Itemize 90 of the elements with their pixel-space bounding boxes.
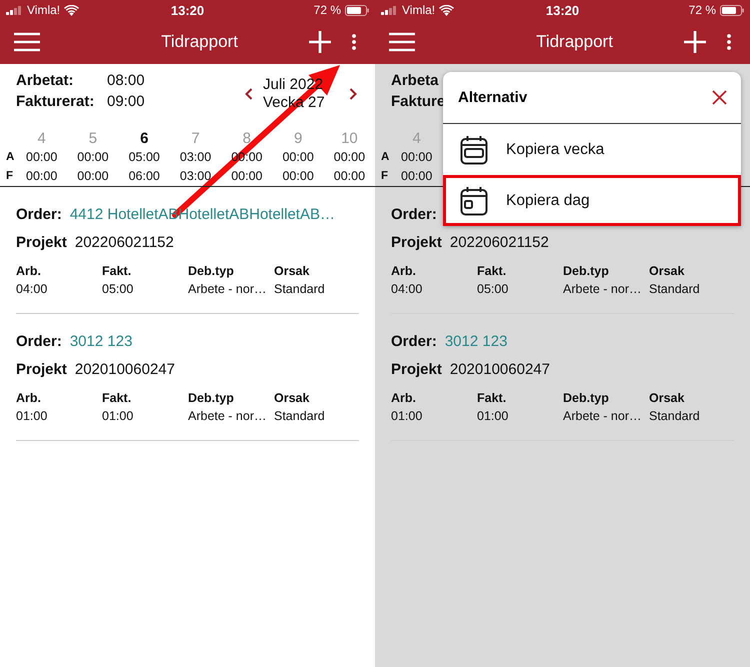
order-label: Order: (16, 206, 62, 223)
dialog-title: Alternativ (458, 89, 528, 106)
column-heading: Fakt. (102, 263, 132, 280)
column-heading: Fakt. (477, 263, 508, 280)
day-number[interactable]: 4 (391, 130, 442, 150)
day-hours: 00:00 (400, 168, 434, 185)
project-label: Projekt (16, 361, 67, 378)
row-label: A (380, 150, 390, 166)
column-value: 04:00 (16, 281, 48, 298)
project-label: Projekt (16, 234, 67, 251)
day-hours: 03:00 (178, 149, 212, 166)
day-number[interactable]: 9 (272, 130, 324, 150)
day-hours: 00:00 (332, 149, 366, 166)
day-number[interactable]: 8 (221, 130, 272, 150)
day-hours: 00:00 (76, 149, 110, 166)
column-value: 01:00 (477, 408, 510, 425)
summary-value: 09:00 (107, 93, 145, 110)
summary-label: Fakturerat: (16, 93, 96, 110)
column-heading: Deb.typ (563, 390, 610, 407)
column-value: Standard (649, 408, 701, 425)
day-number[interactable]: 10 (324, 130, 375, 150)
column-value: Standard (274, 281, 326, 298)
battery-percent: 72 % (688, 3, 716, 17)
column-heading: Arb. (16, 390, 42, 407)
project-label: Projekt (391, 361, 442, 378)
project-label: Projekt (391, 234, 442, 251)
order-link[interactable]: 4412 HotelletABHotelletABHotelletAB… (70, 206, 335, 223)
row-label: F (5, 168, 14, 184)
column-heading: Deb.typ (188, 390, 235, 407)
menu-item[interactable]: Kopiera dag (443, 175, 741, 226)
day-number[interactable]: 4 (16, 130, 68, 150)
carrier-name: Vimla! (402, 3, 436, 17)
column-heading: Arb. (391, 263, 417, 280)
row-label: A (5, 150, 16, 166)
row-label: F (380, 168, 390, 184)
day-hours: 00:00 (281, 168, 315, 185)
order-label: Order: (391, 206, 437, 223)
day-hours: 00:00 (332, 168, 366, 185)
column-value: 01:00 (102, 408, 134, 425)
column-heading: Deb.typ (188, 263, 235, 280)
project-number: 202010060247 (450, 361, 550, 378)
day-hours: 00:00 (25, 168, 58, 185)
project-number: 202206021152 (450, 234, 549, 251)
column-value: 05:00 (477, 281, 510, 298)
column-value: Arbete - nor… (563, 281, 643, 298)
order-link[interactable]: 3012 123 (444, 333, 508, 350)
column-heading: Fakt. (477, 390, 508, 407)
day-hours: 00:00 (230, 168, 264, 185)
column-heading: Orsak (274, 390, 310, 407)
day-hours: 00:00 (25, 149, 58, 166)
project-number: 202010060247 (74, 361, 175, 378)
menu-item[interactable]: Kopiera vecka (443, 124, 741, 175)
status-time: 13:20 (546, 2, 580, 18)
status-time: 13:20 (170, 2, 204, 18)
column-value: 01:00 (16, 408, 48, 425)
column-heading: Orsak (274, 263, 310, 280)
column-heading: Deb.typ (563, 263, 610, 280)
column-value: 01:00 (391, 408, 424, 425)
column-value: Standard (274, 408, 326, 425)
day-hours: 05:00 (128, 149, 161, 166)
column-heading: Orsak (649, 390, 686, 407)
summary-value: 08:00 (107, 72, 145, 89)
day-hours: 06:00 (128, 168, 161, 185)
column-value: Arbete - nor… (188, 281, 268, 298)
summary-label: Arbetat: (16, 72, 75, 89)
column-value: Standard (649, 281, 701, 298)
carrier-name: Vimla! (27, 3, 60, 17)
day-number[interactable]: 7 (170, 130, 222, 150)
order-label: Order: (16, 333, 62, 350)
day-number[interactable]: 5 (67, 130, 119, 150)
column-value: 05:00 (102, 281, 134, 298)
screen-title: Tidrapport (535, 32, 614, 52)
summary-label: Arbeta (391, 72, 440, 89)
column-value: Arbete - nor… (188, 408, 268, 425)
battery-percent: 72 % (314, 3, 341, 17)
column-value: 04:00 (391, 281, 424, 298)
column-heading: Fakt. (102, 390, 132, 407)
day-number[interactable]: 6 (118, 130, 170, 150)
day-hours: 00:00 (76, 168, 110, 185)
screen-title: Tidrapport (160, 32, 239, 52)
column-value: Arbete - nor… (563, 408, 643, 425)
day-hours: 00:00 (281, 149, 315, 166)
column-heading: Arb. (16, 263, 42, 280)
column-heading: Orsak (649, 263, 686, 280)
day-hours: 00:00 (400, 149, 434, 166)
order-label: Order: (391, 333, 437, 350)
project-number: 202206021152 (74, 234, 174, 251)
order-link[interactable]: 3012 123 (70, 333, 132, 350)
day-hours: 03:00 (178, 168, 212, 185)
column-heading: Arb. (391, 390, 417, 407)
